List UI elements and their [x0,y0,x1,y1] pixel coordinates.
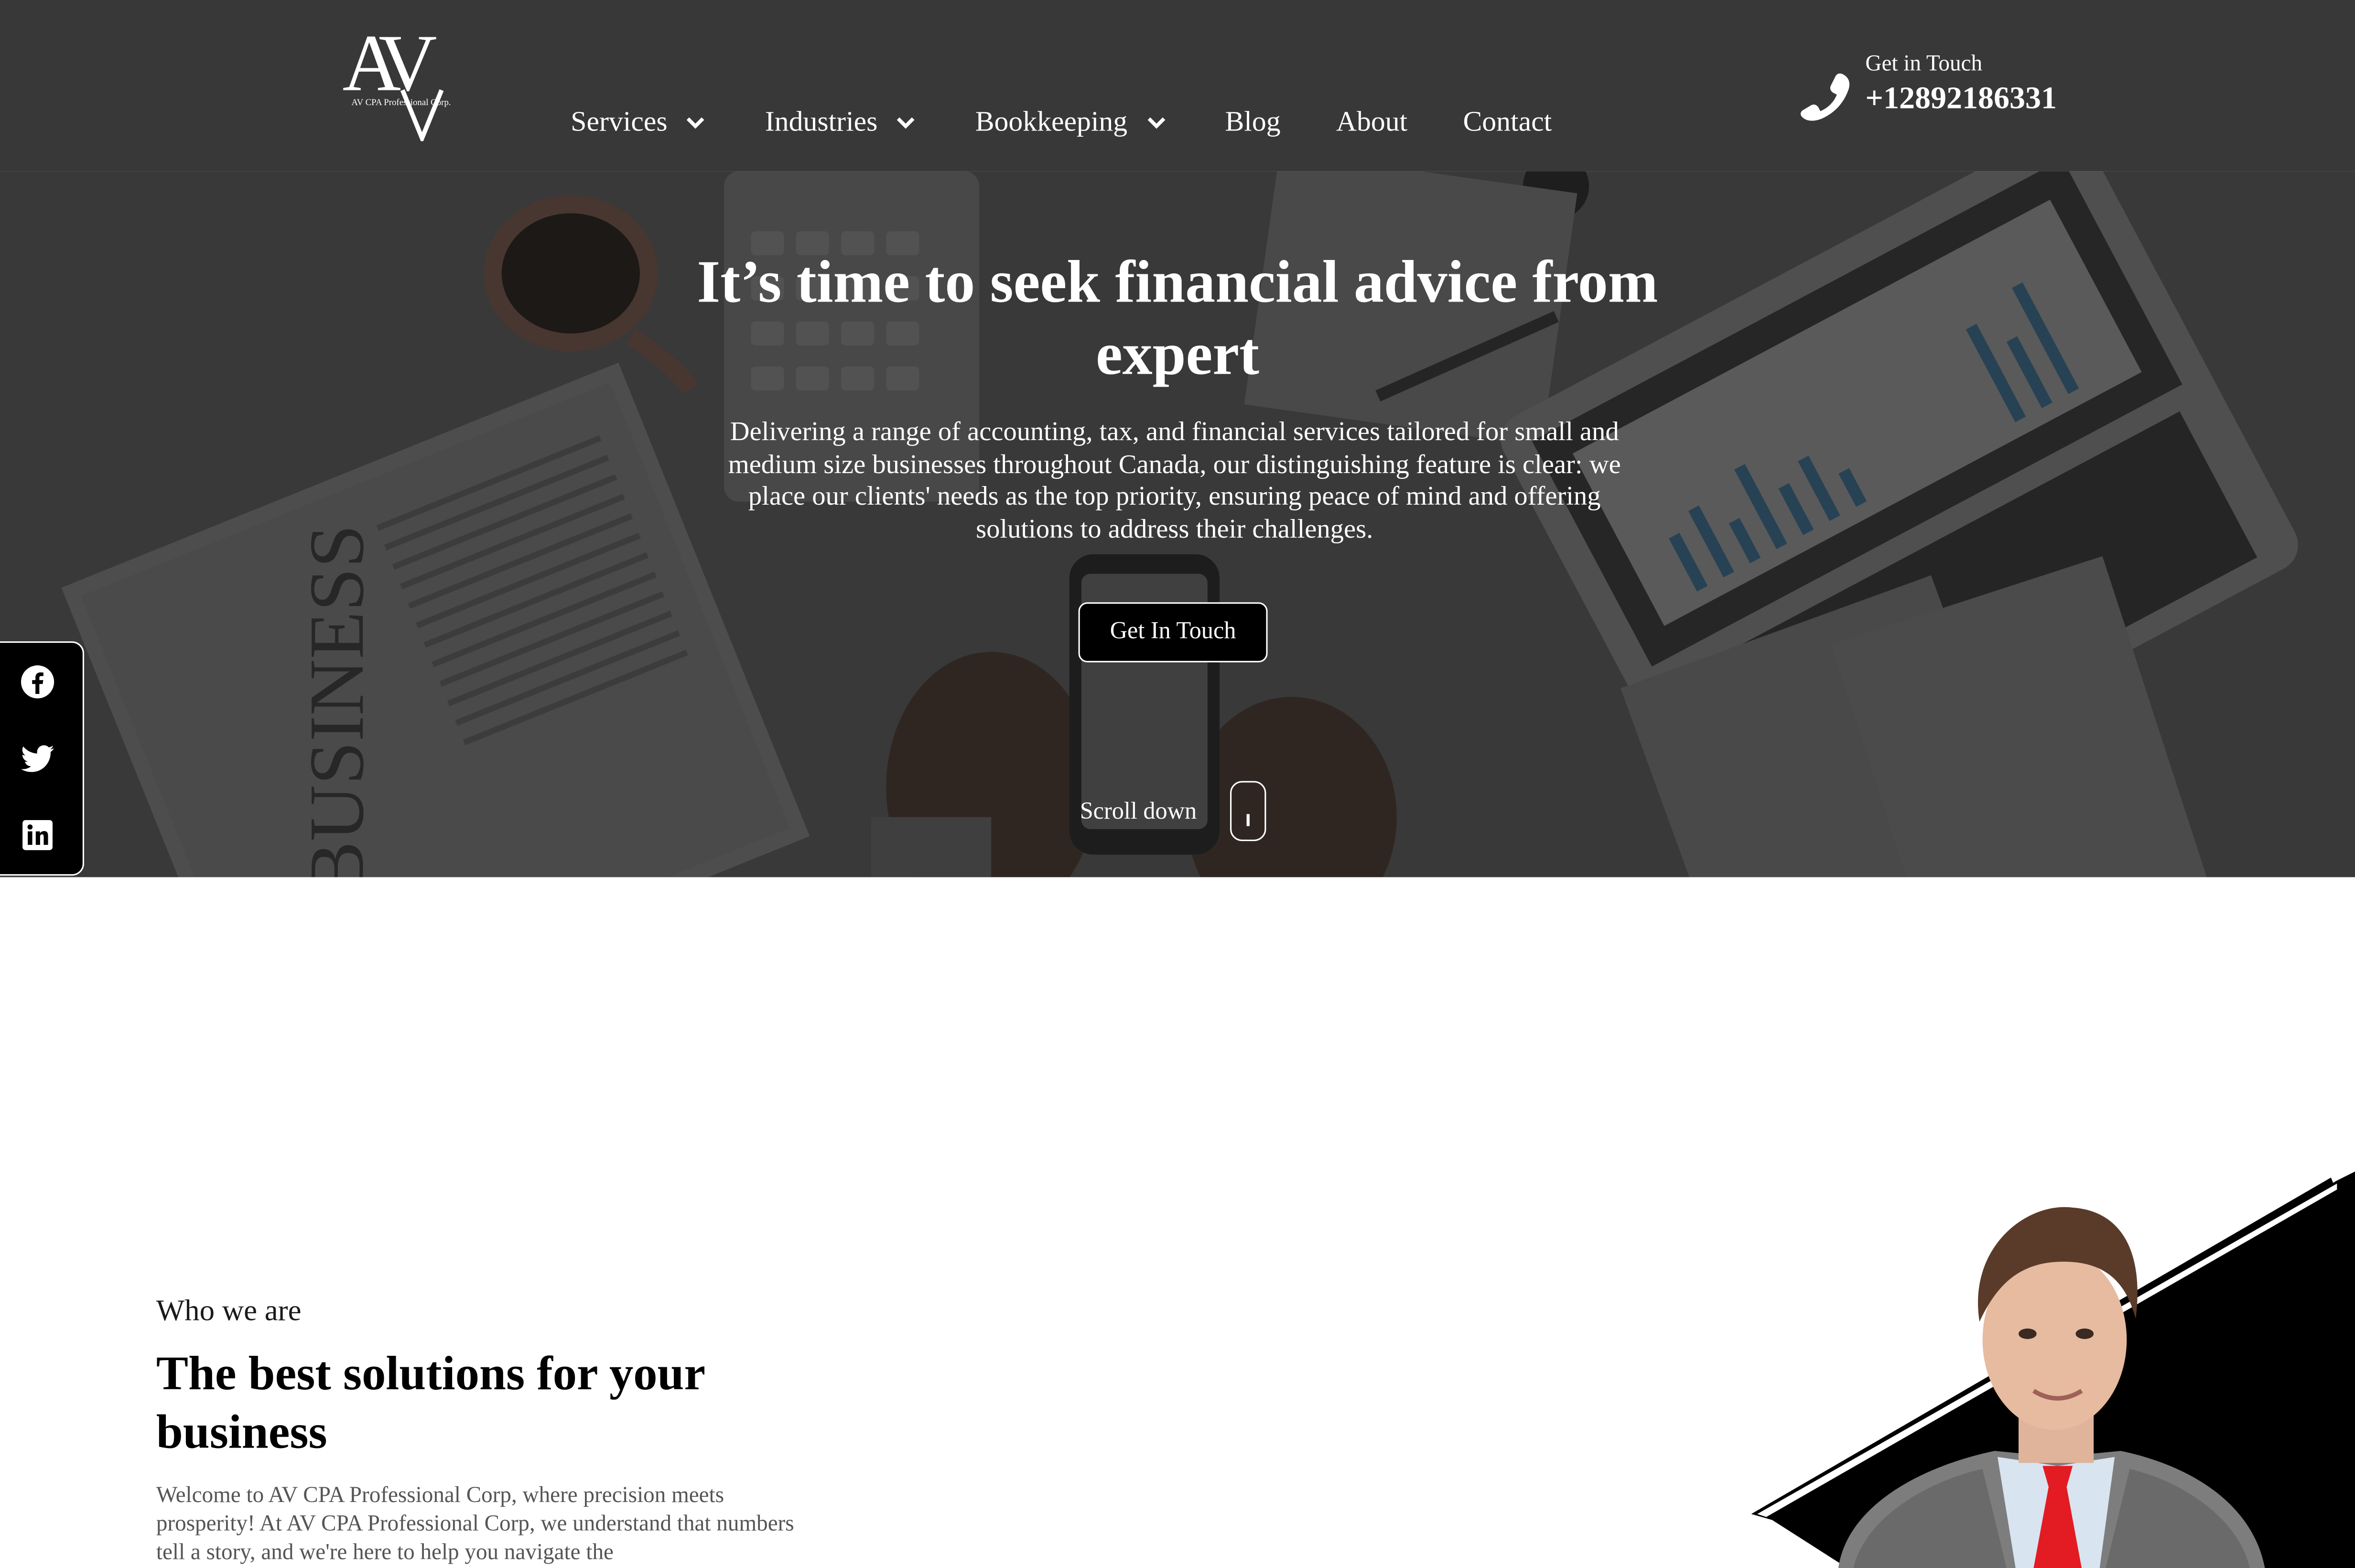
chevron-down-icon [897,117,915,129]
nav-item-label: Services [571,107,668,139]
get-in-touch-button[interactable]: Get In Touch [1078,602,1268,662]
hero-description: Delivering a range of accounting, tax, a… [728,416,1621,543]
hero-title: It’s time to seek financial advice from … [697,248,1658,388]
about-title: The best solutions for your business [156,1346,705,1459]
nav-item-contact[interactable]: Contact [1463,107,1552,140]
twitter-icon[interactable] [20,740,55,776]
nav-item-about[interactable]: About [1336,107,1407,140]
nav-item-label: Industries [765,107,878,139]
nav-item-label: Contact [1463,107,1552,139]
nav-item-label: About [1336,107,1408,139]
page: AV AV CPA Professional Corp. Services In… [0,0,2355,1568]
logo[interactable]: AV AV CPA Professional Corp. [339,21,477,144]
chevron-down-icon [1147,117,1165,129]
logo-v-flourish [400,89,444,141]
phone-icon [1801,73,1850,121]
chevron-down-icon [687,117,705,129]
scroll-down-mouse-icon[interactable] [1230,781,1266,841]
site-header: AV AV CPA Professional Corp. Services In… [0,0,2355,172]
nav-item-bookkeeping[interactable]: Bookkeeping [975,107,1169,140]
header-contact[interactable]: Get in Touch +12892186331 [1796,51,2097,126]
nav-item-services[interactable]: Services [571,107,709,140]
contact-label: Get in Touch [1865,53,1983,77]
hero-section: BUSINESS It’s time to seek financial adv… [0,171,2355,877]
social-share-bar [0,641,85,876]
facebook-icon[interactable] [20,664,55,700]
phone-number-link[interactable]: +12892186331 [1865,80,2057,118]
who-we-are-eyebrow: Who we are [156,1295,302,1328]
main-nav: Services Industries Bookkeeping Blog Abo… [571,102,1607,144]
team-member-photo [1751,1171,2355,1568]
scroll-down-label: Scroll down [1080,799,1197,825]
nav-item-label: Bookkeeping [975,107,1128,139]
nav-item-industries[interactable]: Industries [765,107,920,140]
mouse-wheel-indicator [1246,814,1250,826]
linkedin-icon[interactable] [20,817,55,853]
about-paragraph: Welcome to AV CPA Professional Corp, whe… [156,1484,794,1565]
nav-item-blog[interactable]: Blog [1225,107,1280,140]
nav-item-label: Blog [1225,107,1281,139]
